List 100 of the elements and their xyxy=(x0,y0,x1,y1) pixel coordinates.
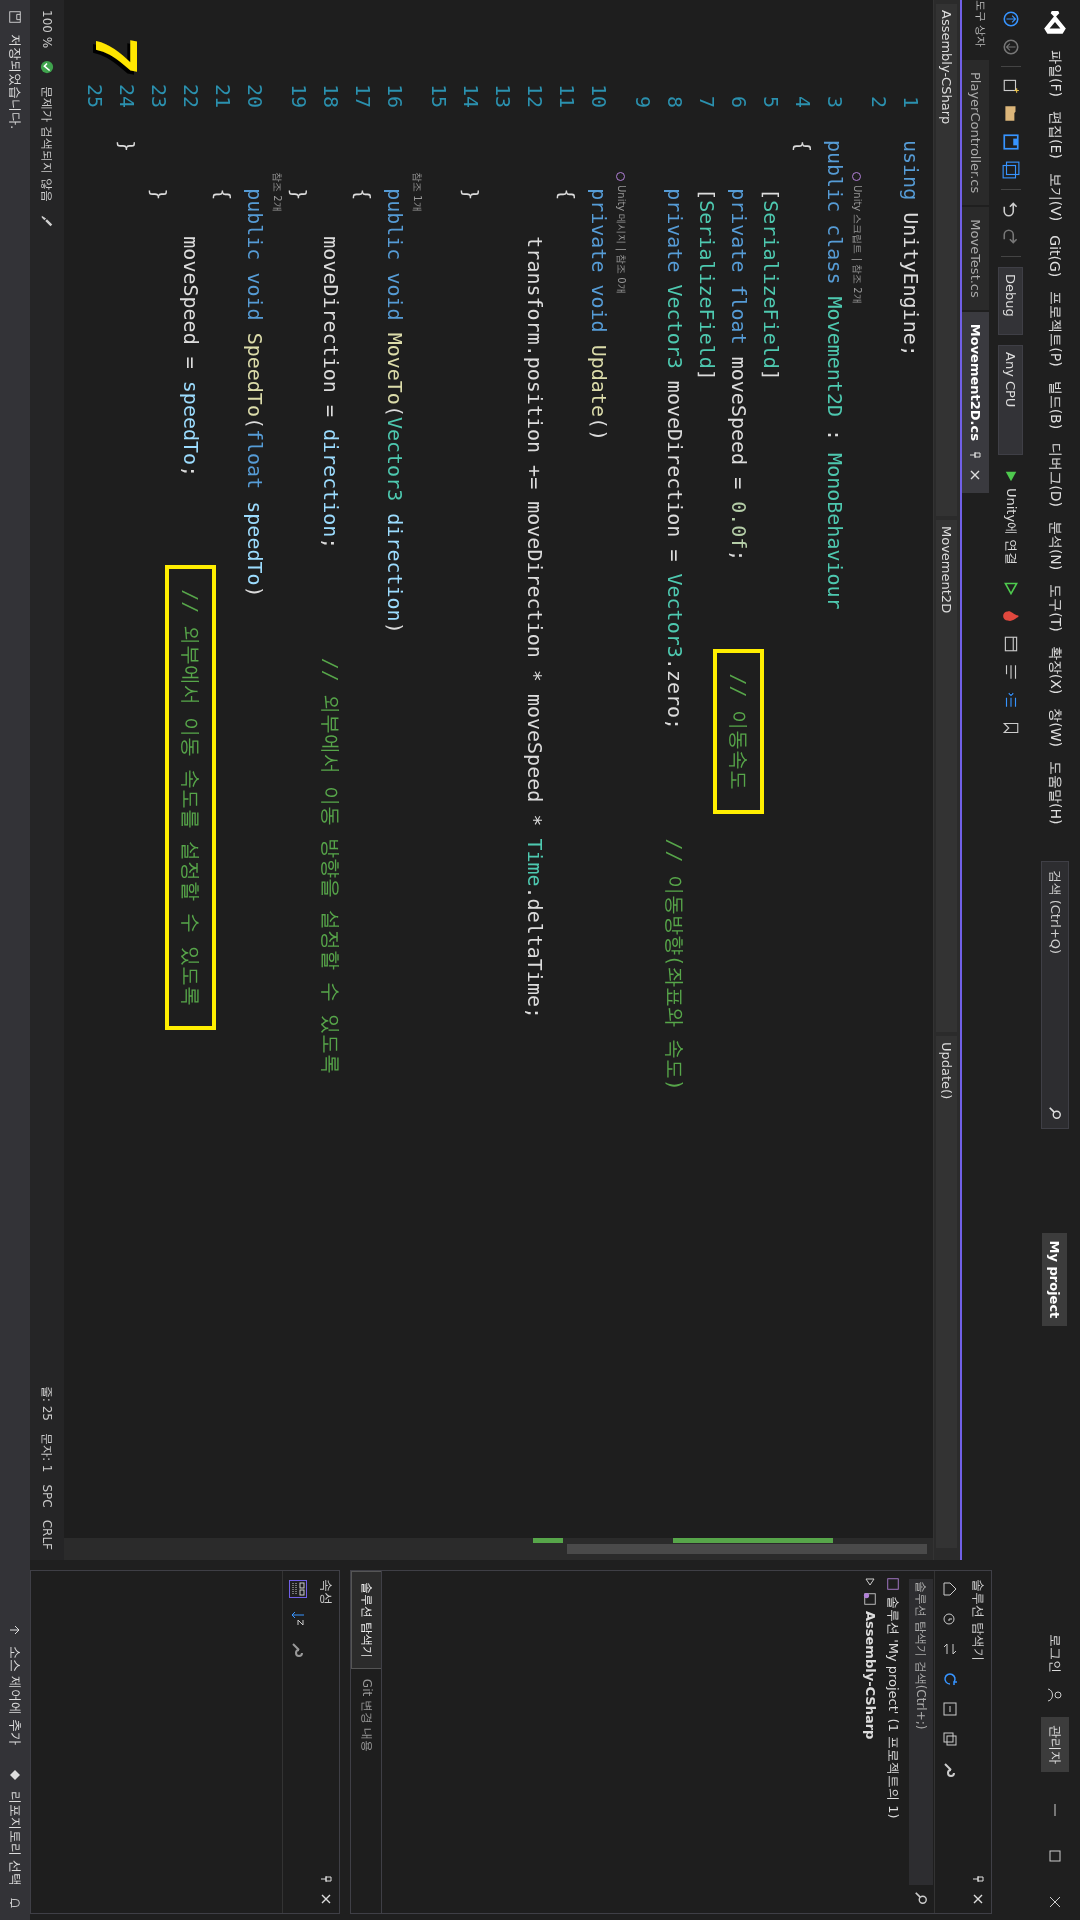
project-dropdown[interactable]: Assembly-CSharp xyxy=(936,4,958,516)
line-number: 7 xyxy=(695,94,719,110)
tree-item[interactable]: 솔루션 'My project' (1 프로젝트의 1) xyxy=(884,1577,902,1907)
line-number: 18 xyxy=(319,84,343,111)
search-field[interactable]: 검색 (Ctrl+Q) xyxy=(1041,860,1069,1129)
line-number: 22 xyxy=(179,84,203,111)
window-icon[interactable] xyxy=(1002,635,1020,654)
repository-button[interactable]: 리포지토리 선택 xyxy=(6,1790,24,1886)
code-line: using UnityEngine; xyxy=(899,140,923,357)
document-tab[interactable]: Movement2D.cs xyxy=(962,311,989,493)
menu-item[interactable]: 창(W) xyxy=(1046,708,1064,748)
play-icon xyxy=(1004,469,1018,483)
menu-item[interactable]: 도구(T) xyxy=(1046,584,1064,632)
refresh-icon[interactable] xyxy=(942,1671,958,1687)
menu-item[interactable]: 파일(F) xyxy=(1046,50,1064,97)
collapse-icon[interactable] xyxy=(942,1701,958,1717)
line-number: 8 xyxy=(663,94,687,110)
issues-status[interactable]: 문제가 검색되지 않음 xyxy=(38,86,56,202)
back-icon[interactable] xyxy=(1002,10,1020,28)
source-control-button[interactable]: 소스 제어에 추가 xyxy=(6,1645,24,1745)
line-number: 17 xyxy=(351,84,375,111)
run-button[interactable]: Unity에 연결 xyxy=(999,465,1023,570)
sort-icon[interactable] xyxy=(290,1611,306,1627)
login-link[interactable]: 로그인 xyxy=(1046,1634,1064,1673)
code-line: { xyxy=(791,140,815,153)
member-dropdown[interactable]: Update() xyxy=(936,1036,958,1548)
codelens-text[interactable]: 참조 2개 xyxy=(270,172,284,212)
codelens-text[interactable]: Unity 스크립트 | 참조 2개 xyxy=(850,172,864,304)
close-icon[interactable] xyxy=(969,469,982,481)
pin-icon[interactable] xyxy=(320,1873,332,1885)
codelens-text[interactable]: 참조 1개 xyxy=(410,172,424,212)
solution-search-field[interactable]: 솔루션 탐색기 검색(Ctrl+;) xyxy=(909,1579,933,1885)
menu-item[interactable]: 프로젝트(P) xyxy=(1046,291,1064,367)
line-number: 6 xyxy=(727,94,751,110)
brush-icon[interactable] xyxy=(40,213,54,228)
close-icon[interactable] xyxy=(972,1893,984,1905)
menu-item[interactable]: 도움말(H) xyxy=(1046,761,1064,825)
menu-item[interactable]: 보기(V) xyxy=(1046,172,1064,222)
wrench-icon[interactable] xyxy=(942,1761,958,1777)
pin-icon[interactable] xyxy=(969,449,982,461)
vertical-scrollbar[interactable] xyxy=(64,1538,933,1560)
menu-item[interactable]: 분석(N) xyxy=(1046,520,1064,571)
document-tab[interactable]: PlayerController.cs xyxy=(962,60,989,206)
new-item-icon[interactable] xyxy=(1002,77,1020,95)
menu-item[interactable]: 빌드(B) xyxy=(1046,380,1064,430)
project-name-badge: My project xyxy=(1042,1232,1068,1327)
tree-item[interactable]: Assembly-CSharp xyxy=(863,1577,878,1907)
search-icon xyxy=(1048,1105,1062,1120)
line-indicator: 줄: 25 xyxy=(39,1385,56,1421)
undo-icon[interactable] xyxy=(1002,200,1020,218)
line-ending-indicator[interactable]: CRLF xyxy=(40,1519,54,1550)
menu-item[interactable]: Git(G) xyxy=(1047,235,1063,278)
save-all-icon[interactable] xyxy=(1002,161,1020,179)
line-number: 12 xyxy=(523,84,547,111)
line-number: 16 xyxy=(383,84,407,111)
check-icon xyxy=(40,60,54,75)
close-icon[interactable] xyxy=(1047,1894,1063,1910)
spacing-indicator[interactable]: SPC xyxy=(40,1484,54,1508)
configuration-dropdown[interactable]: Debug xyxy=(998,267,1024,335)
pin-icon[interactable] xyxy=(972,1873,984,1885)
menu-item[interactable]: 편집(E) xyxy=(1046,111,1064,159)
maximize-icon[interactable] xyxy=(1047,1848,1063,1864)
forward-icon[interactable] xyxy=(1002,38,1020,56)
line-number: 11 xyxy=(555,84,579,111)
categorized-icon[interactable] xyxy=(290,1581,306,1597)
code-line: private Vector3 moveDirection = Vector3.zero; // 이동방향(좌표와 속도) xyxy=(662,187,689,1091)
line-number: 24 xyxy=(115,84,139,111)
home-icon[interactable] xyxy=(942,1581,958,1597)
admin-badge: 관리자 xyxy=(1041,1717,1069,1772)
save-icon[interactable] xyxy=(1002,133,1020,151)
diamond-icon xyxy=(9,1768,21,1781)
platform-dropdown[interactable]: Any CPU xyxy=(998,345,1024,455)
line-number: 20 xyxy=(243,84,267,111)
menu-item[interactable]: 확장(X) xyxy=(1046,645,1064,695)
code-line: private float moveSpeed = 0.0f; xyxy=(727,187,751,562)
code-line: { xyxy=(211,187,235,201)
close-icon[interactable] xyxy=(320,1893,332,1905)
line-number: 4 xyxy=(791,94,815,110)
panel-tab[interactable]: Git 변경 내용 xyxy=(351,1668,381,1762)
project-icon xyxy=(863,1592,878,1606)
toolbox-side-tab[interactable]: 도구 상자 xyxy=(973,0,992,60)
bell-icon[interactable] xyxy=(8,1896,22,1910)
search-icon[interactable] xyxy=(914,1891,928,1905)
zoom-dropdown[interactable]: 100 % xyxy=(40,10,54,49)
code-line: private void Update() xyxy=(587,187,611,442)
type-dropdown[interactable]: Movement2D xyxy=(936,520,958,1032)
expander-icon[interactable] xyxy=(865,1577,876,1587)
line-number: 13 xyxy=(491,84,515,111)
menu-item[interactable]: 디버그(D) xyxy=(1046,443,1064,507)
code-line: transform.position += moveDirection * moveSpeed * Time.deltaTime; xyxy=(523,235,547,1019)
document-tab[interactable]: MoveTest.cs xyxy=(962,207,989,310)
save-status-icon xyxy=(8,10,22,24)
copy-icon[interactable] xyxy=(942,1731,958,1747)
wrench-icon[interactable] xyxy=(290,1641,306,1657)
code-line: moveSpeed = speedTo; xyxy=(179,235,203,478)
redo-icon[interactable] xyxy=(1002,228,1020,246)
panel-tab[interactable]: 솔루션 탐색기 xyxy=(351,1571,381,1669)
line-number: 15 xyxy=(427,84,451,111)
codelens-text[interactable]: Unity 메시지 | 참조 0개 xyxy=(614,172,628,294)
sync-icon[interactable] xyxy=(942,1641,958,1657)
